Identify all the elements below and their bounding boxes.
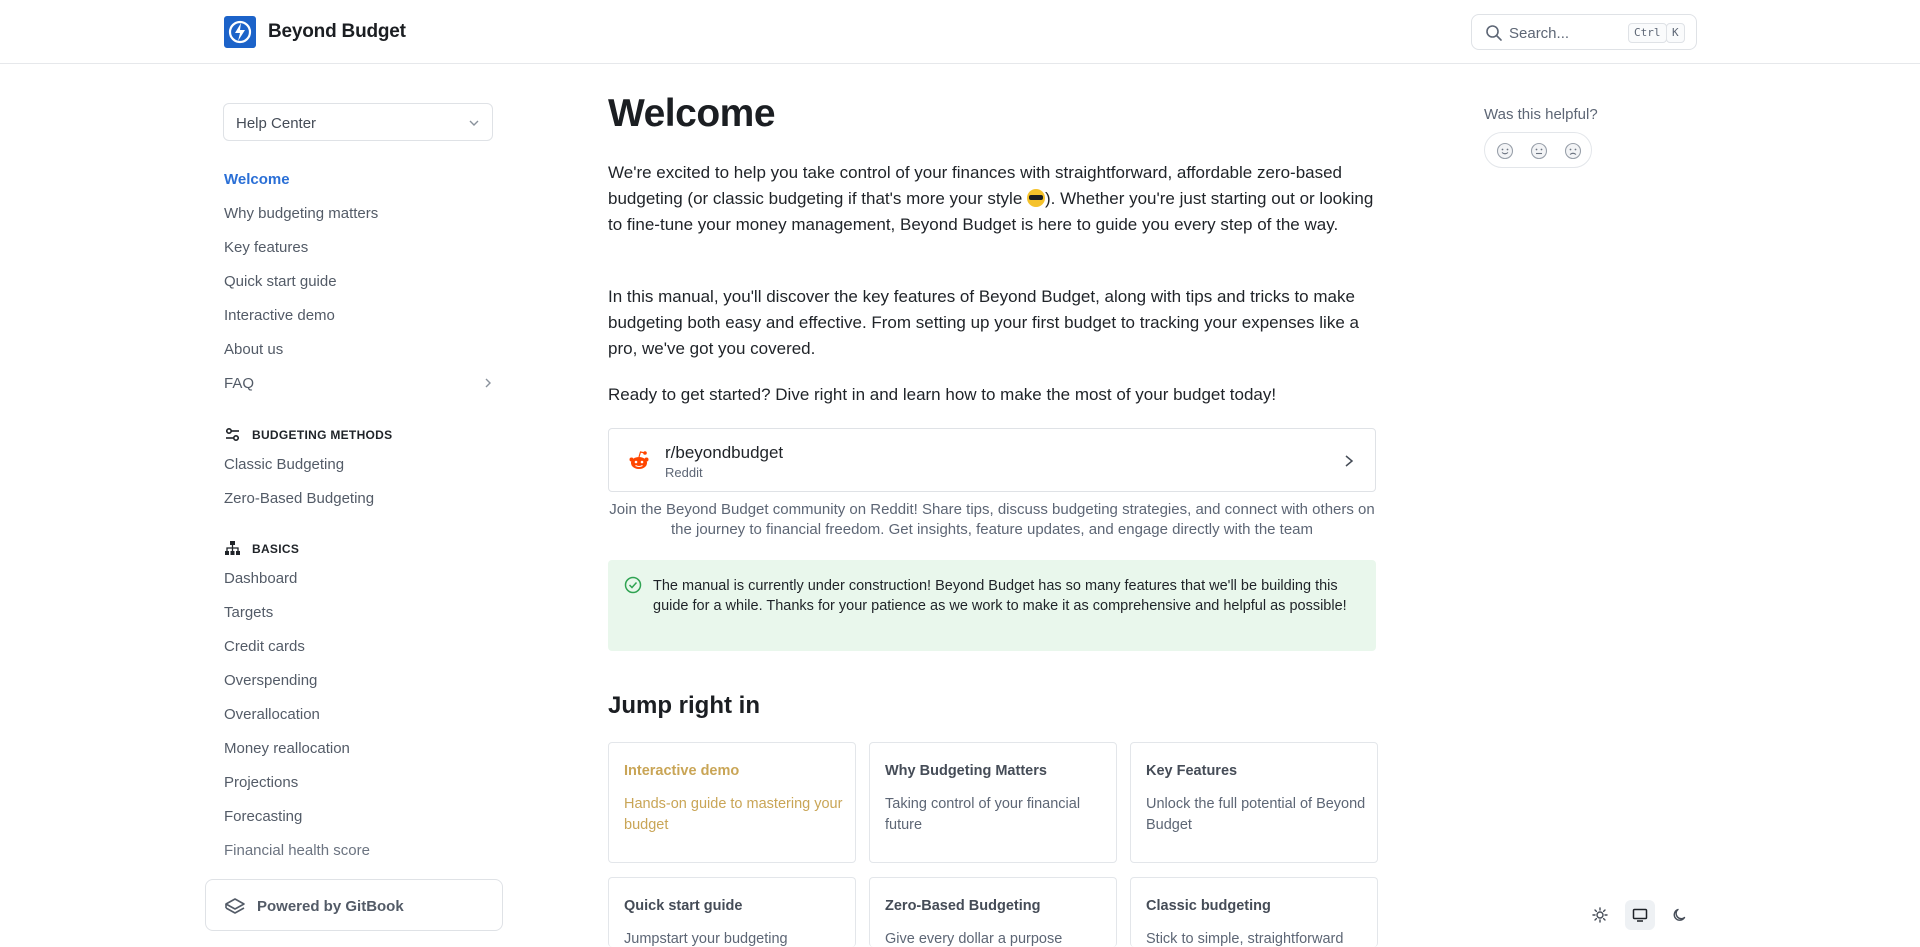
sidebar-item-interactive-demo[interactable]: Interactive demo bbox=[224, 307, 335, 324]
page-title: Welcome bbox=[608, 92, 776, 135]
card-description: Stick to simple, straightforward bbox=[1146, 931, 1344, 947]
jump-right-in-heading: Jump right in bbox=[608, 692, 760, 719]
section-title: BASICS bbox=[252, 542, 300, 556]
hierarchy-icon bbox=[225, 541, 240, 555]
dark-theme-button[interactable] bbox=[1665, 900, 1695, 930]
space-selector-label: Help Center bbox=[236, 115, 317, 132]
get-started-paragraph: Ready to get started? Dive right in and … bbox=[608, 385, 1277, 404]
section-title: BUDGETING METHODS bbox=[252, 428, 393, 442]
card-description: Jumpstart your budgeting bbox=[624, 931, 788, 947]
sidebar-item-projections[interactable]: Projections bbox=[224, 774, 298, 791]
sidebar-item-credit-cards[interactable]: Credit cards bbox=[224, 638, 305, 655]
search-icon bbox=[1486, 25, 1502, 41]
sidebar-item-key-features[interactable]: Key features bbox=[224, 239, 308, 256]
sidebar-item-forecasting[interactable]: Forecasting bbox=[224, 808, 302, 825]
sad-face-icon[interactable] bbox=[1564, 142, 1582, 160]
card-description: Give every dollar a purpose bbox=[885, 931, 1063, 947]
sidebar-item-faq[interactable]: FAQ bbox=[224, 375, 254, 392]
sun-icon bbox=[1592, 907, 1608, 923]
construction-hint-box: The manual is currently under constructi… bbox=[608, 560, 1376, 651]
card-why-budgeting-matters[interactable]: Why Budgeting Matters Taking control of … bbox=[869, 742, 1117, 863]
reddit-card-subtitle: Reddit bbox=[665, 465, 703, 480]
gitbook-icon bbox=[225, 898, 245, 914]
sidebar-item-quick-start-guide[interactable]: Quick start guide bbox=[224, 273, 337, 290]
sidebar-item-classic-budgeting[interactable]: Classic Budgeting bbox=[224, 456, 344, 473]
card-title: Quick start guide bbox=[624, 898, 743, 914]
space-selector-dropdown[interactable]: Help Center bbox=[223, 103, 493, 141]
card-quick-start-guide[interactable]: Quick start guide Jumpstart your budgeti… bbox=[608, 877, 856, 947]
sliders-icon bbox=[225, 427, 240, 442]
reddit-icon bbox=[627, 449, 651, 473]
top-bar: Beyond Budget Search... Ctrl K bbox=[0, 0, 1920, 64]
sidebar-item-welcome[interactable]: Welcome bbox=[224, 171, 290, 188]
card-interactive-demo[interactable]: Interactive demo Hands-on guide to maste… bbox=[608, 742, 856, 863]
sidebar-item-money-reallocation[interactable]: Money reallocation bbox=[224, 740, 350, 757]
sunglasses-emoji-icon bbox=[1027, 189, 1046, 207]
card-title: Key Features bbox=[1146, 763, 1238, 779]
powered-by-label: Powered by GitBook bbox=[257, 898, 404, 915]
card-title: Zero-Based Budgeting bbox=[885, 898, 1041, 914]
card-classic-budgeting[interactable]: Classic budgeting Stick to simple, strai… bbox=[1130, 877, 1378, 947]
shortcut-ctrl-key: Ctrl bbox=[1628, 23, 1667, 43]
sidebar-item-dashboard[interactable]: Dashboard bbox=[224, 570, 297, 587]
card-description: Hands-on guide to mastering your budget bbox=[624, 796, 843, 833]
sidebar-item-targets[interactable]: Targets bbox=[224, 604, 273, 621]
light-theme-button[interactable] bbox=[1585, 900, 1615, 930]
intro-paragraph: We're excited to help you take control o… bbox=[608, 160, 1378, 238]
card-title: Why Budgeting Matters bbox=[885, 763, 1047, 779]
sidebar-item-overallocation[interactable]: Overallocation bbox=[224, 706, 320, 723]
manual-paragraph: In this manual, you'll discover the key … bbox=[608, 287, 1359, 358]
brand-name[interactable]: Beyond Budget bbox=[268, 21, 406, 43]
feedback-rating-group bbox=[1484, 132, 1592, 168]
sidebar-item-about-us[interactable]: About us bbox=[224, 341, 283, 358]
sidebar-item-overspending[interactable]: Overspending bbox=[224, 672, 317, 689]
feedback-question: Was this helpful? bbox=[1484, 106, 1598, 123]
monitor-icon bbox=[1632, 908, 1648, 922]
reddit-card-caption: Join the Beyond Budget community on Redd… bbox=[609, 501, 1375, 538]
chevron-right-icon bbox=[1345, 455, 1354, 467]
sidebar-item-why-budgeting-matters[interactable]: Why budgeting matters bbox=[224, 205, 378, 222]
chevron-down-icon bbox=[469, 120, 479, 126]
search-box[interactable]: Search... Ctrl K bbox=[1471, 14, 1697, 50]
hint-text: The manual is currently under constructi… bbox=[653, 578, 1347, 614]
neutral-face-icon[interactable] bbox=[1530, 142, 1548, 160]
chevron-right-icon[interactable] bbox=[482, 377, 494, 389]
card-description: Unlock the full potential of Beyond Budg… bbox=[1146, 796, 1366, 833]
card-title: Classic budgeting bbox=[1146, 898, 1271, 914]
happy-face-icon[interactable] bbox=[1496, 142, 1514, 160]
brand-logo-icon[interactable] bbox=[224, 16, 256, 48]
search-placeholder[interactable]: Search... bbox=[1509, 25, 1569, 42]
card-title: Interactive demo bbox=[624, 763, 740, 779]
card-description: Taking control of your financial future bbox=[885, 796, 1081, 833]
moon-icon bbox=[1673, 908, 1686, 921]
sidebar-item-zero-based-budgeting[interactable]: Zero-Based Budgeting bbox=[224, 490, 374, 507]
check-circle-icon bbox=[624, 576, 642, 594]
card-key-features[interactable]: Key Features Unlock the full potential o… bbox=[1130, 742, 1378, 863]
sidebar-item-financial-health-score[interactable]: Financial health score bbox=[224, 842, 370, 859]
reddit-card-title: r/beyondbudget bbox=[665, 443, 784, 462]
reddit-link-card[interactable]: r/beyondbudget Reddit bbox=[608, 428, 1376, 492]
system-theme-button[interactable] bbox=[1625, 900, 1655, 930]
card-zero-based-budgeting[interactable]: Zero-Based Budgeting Give every dollar a… bbox=[869, 877, 1117, 947]
shortcut-k-key: K bbox=[1666, 23, 1685, 43]
powered-by-gitbook-link[interactable]: Powered by GitBook bbox=[205, 879, 503, 931]
